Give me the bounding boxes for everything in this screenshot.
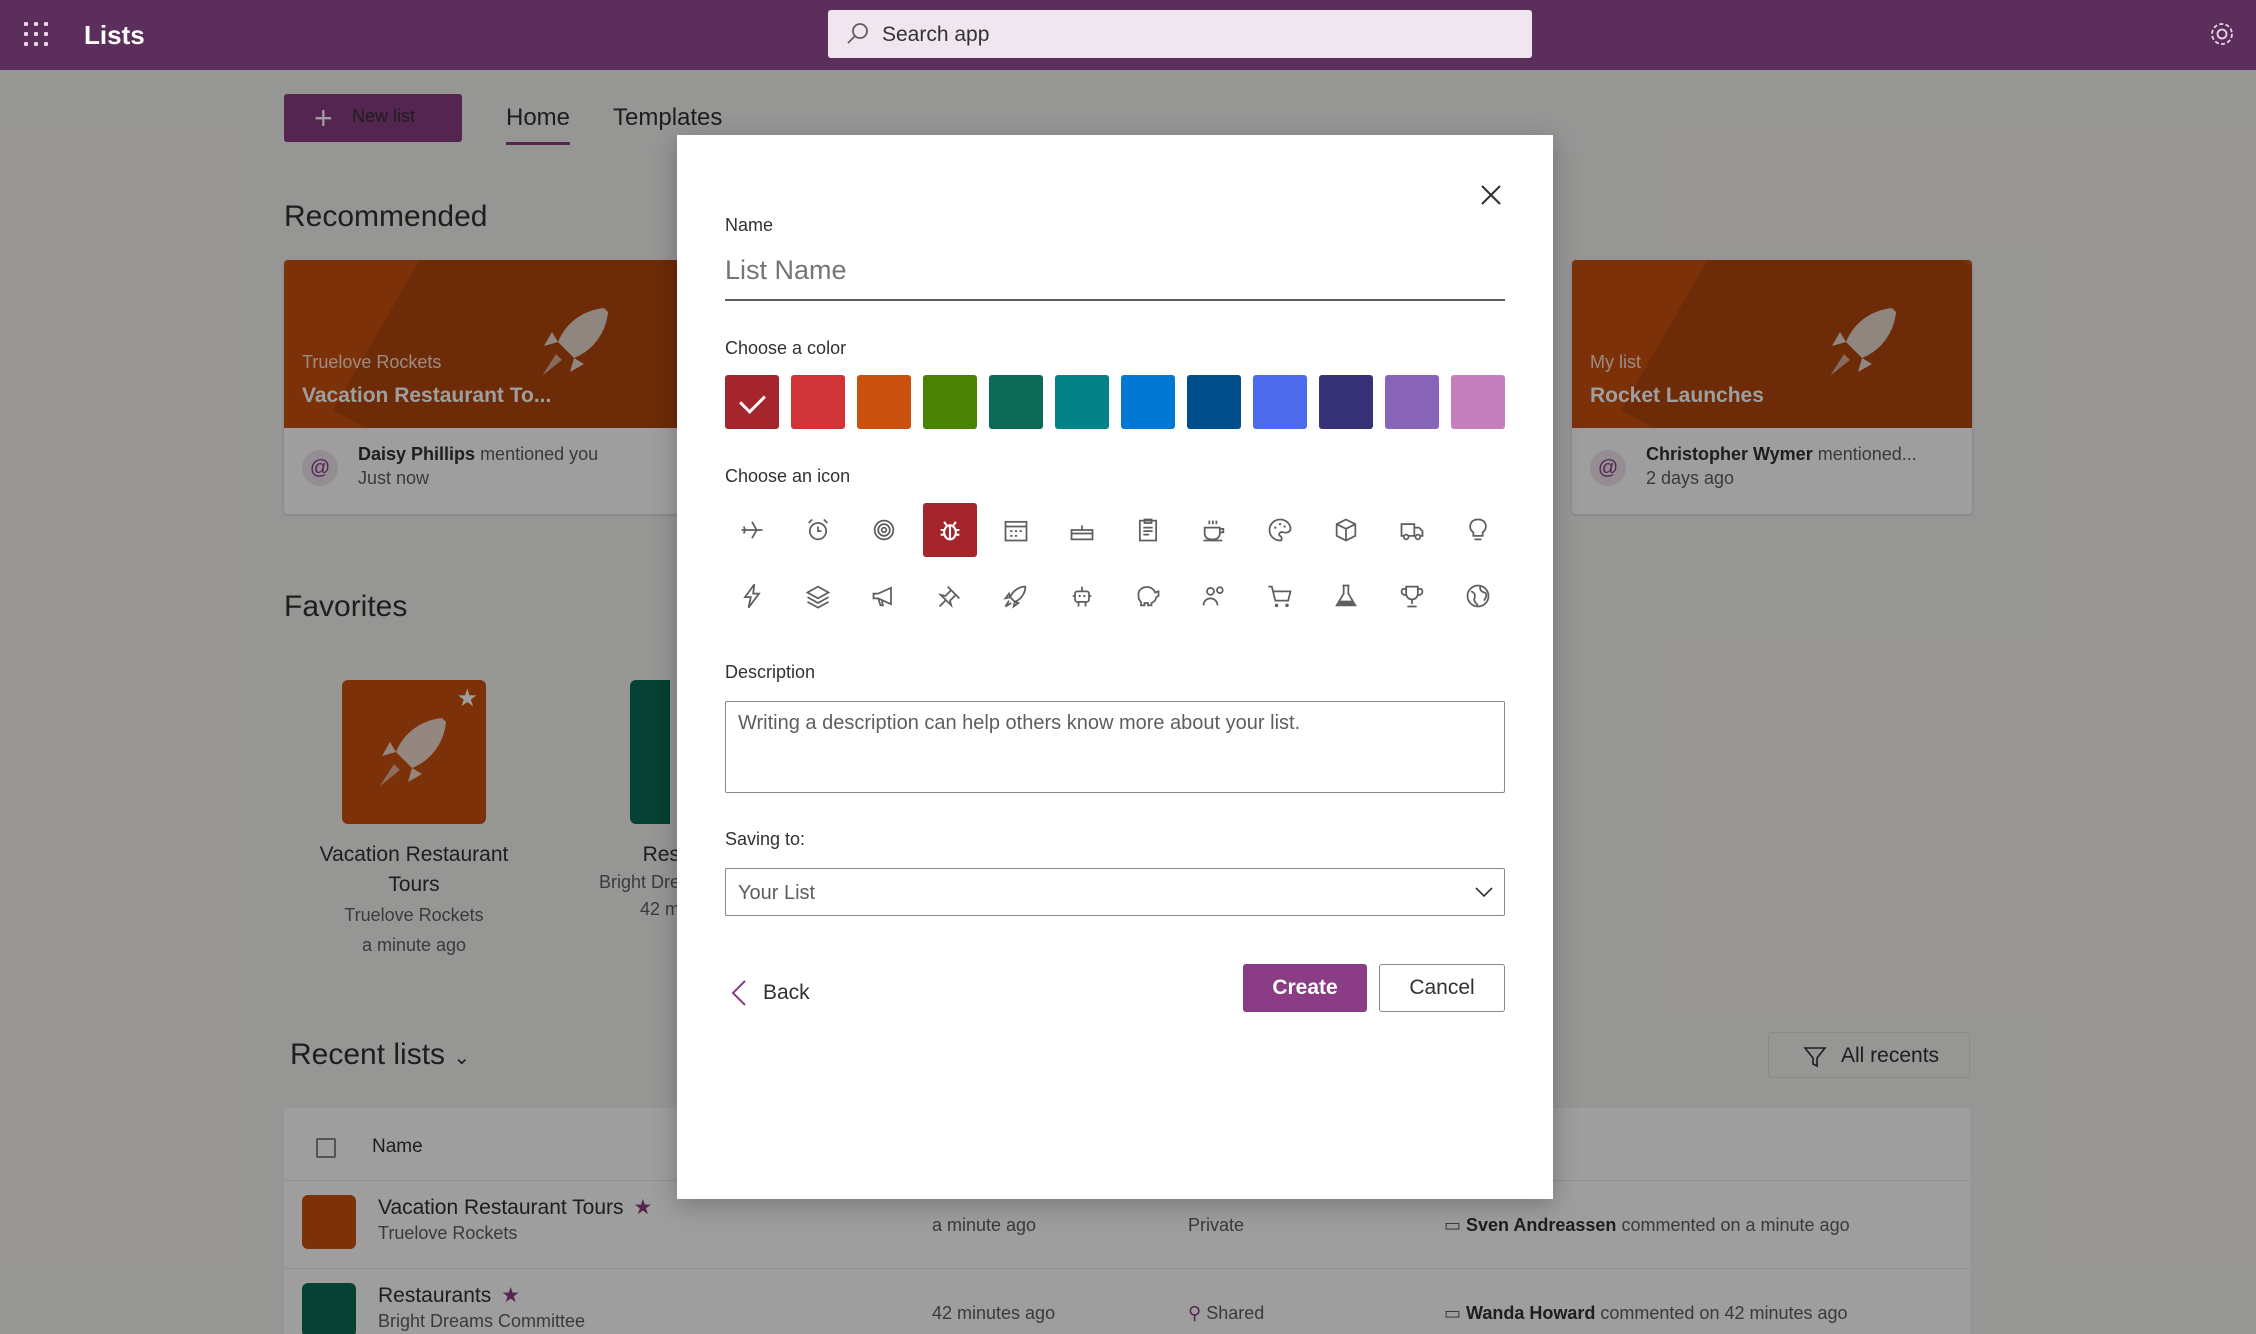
saving-label: Saving to: — [725, 829, 806, 849]
create-button[interactable]: Create — [1243, 964, 1367, 1012]
saving-to-dropdown[interactable]: Your List — [725, 868, 1505, 916]
color-swatch[interactable] — [1319, 375, 1373, 429]
cube-icon[interactable] — [1319, 503, 1373, 557]
cancel-button[interactable]: Cancel — [1379, 964, 1505, 1012]
list-name-input[interactable] — [725, 241, 1505, 301]
truck-icon[interactable] — [1385, 503, 1439, 557]
cart-icon[interactable] — [1253, 569, 1307, 623]
color-swatch[interactable] — [1055, 375, 1109, 429]
color-label: Choose a color — [725, 338, 847, 358]
color-swatch[interactable] — [1121, 375, 1175, 429]
globe-icon[interactable] — [1451, 569, 1505, 623]
pin-icon[interactable] — [923, 569, 977, 623]
color-swatch[interactable] — [725, 375, 779, 429]
create-list-dialog: Name Choose a color Choose an icon Descr… — [677, 135, 1553, 1199]
alarm-clock-icon[interactable] — [791, 503, 845, 557]
color-swatch[interactable] — [857, 375, 911, 429]
robot-icon[interactable] — [1055, 569, 1109, 623]
back-button[interactable]: Back — [725, 973, 825, 1013]
color-swatch[interactable] — [989, 375, 1043, 429]
color-swatch[interactable] — [923, 375, 977, 429]
back-label: Back — [763, 981, 810, 1004]
saving-to-value: Your List — [738, 882, 816, 904]
app-title[interactable]: Lists — [84, 20, 145, 51]
piggy-bank-icon[interactable] — [1121, 569, 1175, 623]
trophy-icon[interactable] — [1385, 569, 1439, 623]
people-icon[interactable] — [1187, 569, 1241, 623]
chevron-left-icon — [731, 980, 746, 1006]
icon-picker — [725, 503, 1505, 623]
color-picker — [725, 375, 1505, 429]
airplane-icon[interactable] — [725, 503, 779, 557]
color-swatch[interactable] — [1451, 375, 1505, 429]
chevron-down-icon — [1475, 887, 1493, 898]
color-swatch[interactable] — [1187, 375, 1241, 429]
top-bar: Lists Search app — [0, 0, 2256, 70]
color-swatch[interactable] — [1385, 375, 1439, 429]
palette-icon[interactable] — [1253, 503, 1307, 557]
target-icon[interactable] — [857, 503, 911, 557]
bug-icon[interactable] — [923, 503, 977, 557]
flask-icon[interactable] — [1319, 569, 1373, 623]
description-field[interactable] — [725, 701, 1505, 793]
search-box[interactable]: Search app — [828, 10, 1532, 58]
layers-icon[interactable] — [791, 569, 845, 623]
lightning-icon[interactable] — [725, 569, 779, 623]
settings-gear-icon[interactable] — [2208, 20, 2236, 48]
lightbulb-icon[interactable] — [1451, 503, 1505, 557]
search-icon — [847, 23, 868, 44]
description-label: Description — [725, 662, 816, 682]
search-placeholder: Search app — [882, 23, 990, 46]
megaphone-icon[interactable] — [857, 569, 911, 623]
clipboard-icon[interactable] — [1121, 503, 1175, 557]
app-launcher-icon[interactable] — [22, 20, 50, 48]
calendar-icon[interactable] — [989, 503, 1043, 557]
color-swatch[interactable] — [791, 375, 845, 429]
name-label: Name — [725, 215, 774, 235]
icon-label: Choose an icon — [725, 466, 851, 486]
rocket-icon[interactable] — [989, 569, 1043, 623]
close-icon[interactable] — [1479, 183, 1503, 207]
color-swatch[interactable] — [1253, 375, 1307, 429]
cake-icon[interactable] — [1055, 503, 1109, 557]
coffee-icon[interactable] — [1187, 503, 1241, 557]
